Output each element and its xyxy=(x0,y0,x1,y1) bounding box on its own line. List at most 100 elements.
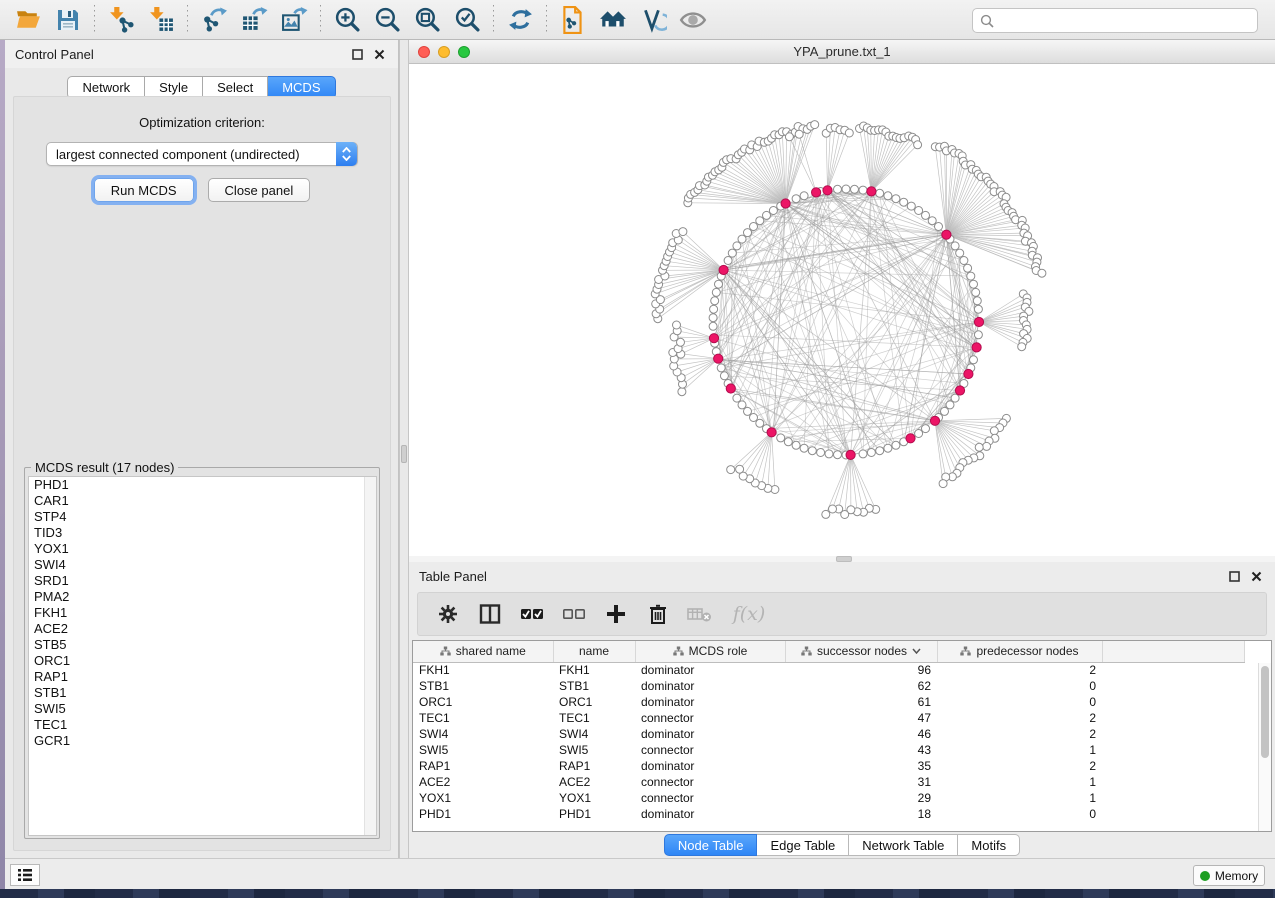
table-cell[interactable]: TEC1 xyxy=(553,710,635,726)
table-cell[interactable]: connector xyxy=(635,774,785,790)
table-row[interactable]: ACE2ACE2connector311 xyxy=(413,774,1245,790)
network-node[interactable] xyxy=(845,129,853,137)
network-node[interactable] xyxy=(974,331,982,339)
table-cell[interactable]: 0 xyxy=(937,806,1102,822)
float-panel-icon[interactable] xyxy=(1225,567,1243,585)
network-dominator-node[interactable] xyxy=(823,186,832,195)
network-node[interactable] xyxy=(842,185,850,193)
network-node[interactable] xyxy=(915,430,923,438)
new-network-from-selection-icon[interactable] xyxy=(553,3,593,37)
table-cell[interactable]: SWI5 xyxy=(553,742,635,758)
import-table-icon[interactable] xyxy=(141,3,181,37)
network-node[interactable] xyxy=(756,419,764,427)
table-row[interactable]: SWI5SWI5connector431 xyxy=(413,742,1245,758)
zoom-fit-icon[interactable] xyxy=(407,3,447,37)
network-node[interactable] xyxy=(763,211,771,219)
export-table-icon[interactable] xyxy=(234,3,274,37)
vertical-splitter[interactable] xyxy=(399,40,409,858)
network-node[interactable] xyxy=(939,480,947,488)
network-dominator-node[interactable] xyxy=(867,187,876,196)
network-node[interactable] xyxy=(720,372,728,380)
network-node[interactable] xyxy=(795,130,803,138)
vizmapper-icon[interactable] xyxy=(633,3,673,37)
network-node[interactable] xyxy=(1038,269,1046,277)
network-node[interactable] xyxy=(709,322,717,330)
network-node[interactable] xyxy=(922,425,930,433)
network-node[interactable] xyxy=(990,427,998,435)
network-node[interactable] xyxy=(817,449,825,457)
table-cell[interactable]: 0 xyxy=(937,678,1102,694)
mcds-result-item[interactable]: SWI4 xyxy=(29,557,376,573)
network-window-titlebar[interactable]: YPA_prune.txt_1 xyxy=(409,40,1275,64)
network-dominator-node[interactable] xyxy=(964,369,973,378)
network-node[interactable] xyxy=(750,414,758,422)
mcds-result-item[interactable]: TEC1 xyxy=(29,717,376,733)
network-node[interactable] xyxy=(673,321,681,329)
network-dominator-node[interactable] xyxy=(930,416,939,425)
network-node[interactable] xyxy=(983,442,991,450)
table-cell[interactable]: 47 xyxy=(785,710,937,726)
table-cell[interactable]: dominator xyxy=(635,694,785,710)
network-dominator-node[interactable] xyxy=(709,334,718,343)
network-node[interactable] xyxy=(769,207,777,215)
network-node[interactable] xyxy=(892,441,900,449)
table-cell[interactable]: 96 xyxy=(785,662,937,678)
unselect-all-checks-icon[interactable] xyxy=(558,598,590,630)
network-node[interactable] xyxy=(951,394,959,402)
first-neighbors-icon[interactable] xyxy=(593,3,633,37)
table-cell[interactable]: 1 xyxy=(937,742,1102,758)
run-mcds-button[interactable]: Run MCDS xyxy=(94,178,194,202)
table-row[interactable]: STB1STB1dominator620 xyxy=(413,678,1245,694)
task-history-button[interactable] xyxy=(10,864,40,886)
mcds-result-item[interactable]: PHD1 xyxy=(29,477,376,493)
table-cell[interactable]: TEC1 xyxy=(413,710,553,726)
mcds-result-item[interactable]: FKH1 xyxy=(29,605,376,621)
table-cell[interactable]: dominator xyxy=(635,678,785,694)
table-cell[interactable]: 0 xyxy=(937,694,1102,710)
table-cell[interactable]: 61 xyxy=(785,694,937,710)
mcds-result-item[interactable]: CAR1 xyxy=(29,493,376,509)
table-cell[interactable]: YOX1 xyxy=(413,790,553,806)
scrollbar-thumb[interactable] xyxy=(1261,666,1269,758)
table-cell[interactable]: ACE2 xyxy=(413,774,553,790)
tab-node-table[interactable]: Node Table xyxy=(664,834,758,856)
table-cell[interactable]: connector xyxy=(635,710,785,726)
export-network-icon[interactable] xyxy=(194,3,234,37)
network-node[interactable] xyxy=(733,242,741,250)
table-row[interactable]: PHD1PHD1dominator180 xyxy=(413,806,1245,822)
network-dominator-node[interactable] xyxy=(781,199,790,208)
save-session-icon[interactable] xyxy=(48,3,88,37)
optimization-criterion-select[interactable]: largest connected component (undirected) xyxy=(46,142,358,166)
table-cell[interactable]: 18 xyxy=(785,806,937,822)
network-node[interactable] xyxy=(800,444,808,452)
table-cell[interactable]: RAP1 xyxy=(553,758,635,774)
network-node[interactable] xyxy=(678,388,686,396)
network-node[interactable] xyxy=(829,505,837,513)
mcds-result-item[interactable]: SRD1 xyxy=(29,573,376,589)
network-node[interactable] xyxy=(951,242,959,250)
zoom-out-icon[interactable] xyxy=(367,3,407,37)
search-input[interactable] xyxy=(999,14,1250,28)
table-cell[interactable]: dominator xyxy=(635,758,785,774)
network-dominator-node[interactable] xyxy=(767,428,776,437)
table-cell[interactable]: 35 xyxy=(785,758,937,774)
network-node[interactable] xyxy=(834,185,842,193)
mcds-result-item[interactable]: ORC1 xyxy=(29,653,376,669)
network-dominator-node[interactable] xyxy=(974,317,983,326)
table-cell[interactable]: 46 xyxy=(785,726,937,742)
network-node[interactable] xyxy=(712,288,720,296)
delete-column-icon[interactable] xyxy=(642,598,674,630)
network-node[interactable] xyxy=(884,192,892,200)
mcds-result-item[interactable]: STB5 xyxy=(29,637,376,653)
network-node[interactable] xyxy=(935,223,943,231)
network-node[interactable] xyxy=(800,192,808,200)
network-node[interactable] xyxy=(785,133,793,141)
table-cell[interactable]: 1 xyxy=(937,774,1102,790)
network-node[interactable] xyxy=(973,297,981,305)
network-node[interactable] xyxy=(792,195,800,203)
show-column-panel-icon[interactable] xyxy=(474,598,506,630)
network-node[interactable] xyxy=(960,257,968,265)
mcds-result-item[interactable]: TID3 xyxy=(29,525,376,541)
network-node[interactable] xyxy=(744,407,752,415)
network-node[interactable] xyxy=(900,198,908,206)
